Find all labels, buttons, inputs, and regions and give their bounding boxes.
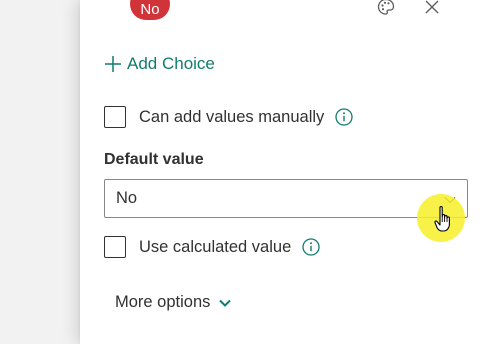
palette-icon[interactable] [375,0,397,18]
choice-chip-no[interactable]: No [130,0,170,20]
calculated-value-row: Use calculated value [104,236,320,258]
plus-icon [105,56,121,72]
info-icon[interactable] [302,238,320,256]
default-value-label: Default value [104,151,204,168]
calculated-value-checkbox[interactable] [104,236,126,258]
chevron-down-icon [219,299,232,307]
more-options-button[interactable]: More options [115,293,232,312]
info-icon[interactable] [335,108,353,126]
hand-pointer-icon [434,206,450,232]
more-options-label: More options [115,293,211,311]
edit-column-panel: No Add Choice Can add values manually De… [80,0,499,344]
choice-chip-label: No [140,1,160,18]
add-choice-label: Add Choice [127,54,215,73]
add-choice-button[interactable]: Add Choice [103,52,215,76]
manual-values-row: Can add values manually [104,106,353,128]
page-backdrop [0,0,80,344]
manual-values-label: Can add values manually [139,107,325,126]
screen: No Add Choice Can add values manually De… [0,0,499,344]
manual-values-checkbox[interactable] [104,106,126,128]
default-value-selected: No [116,189,138,207]
default-value-dropdown[interactable]: No [104,179,468,218]
close-icon[interactable] [421,0,443,18]
calculated-value-label: Use calculated value [139,237,292,256]
